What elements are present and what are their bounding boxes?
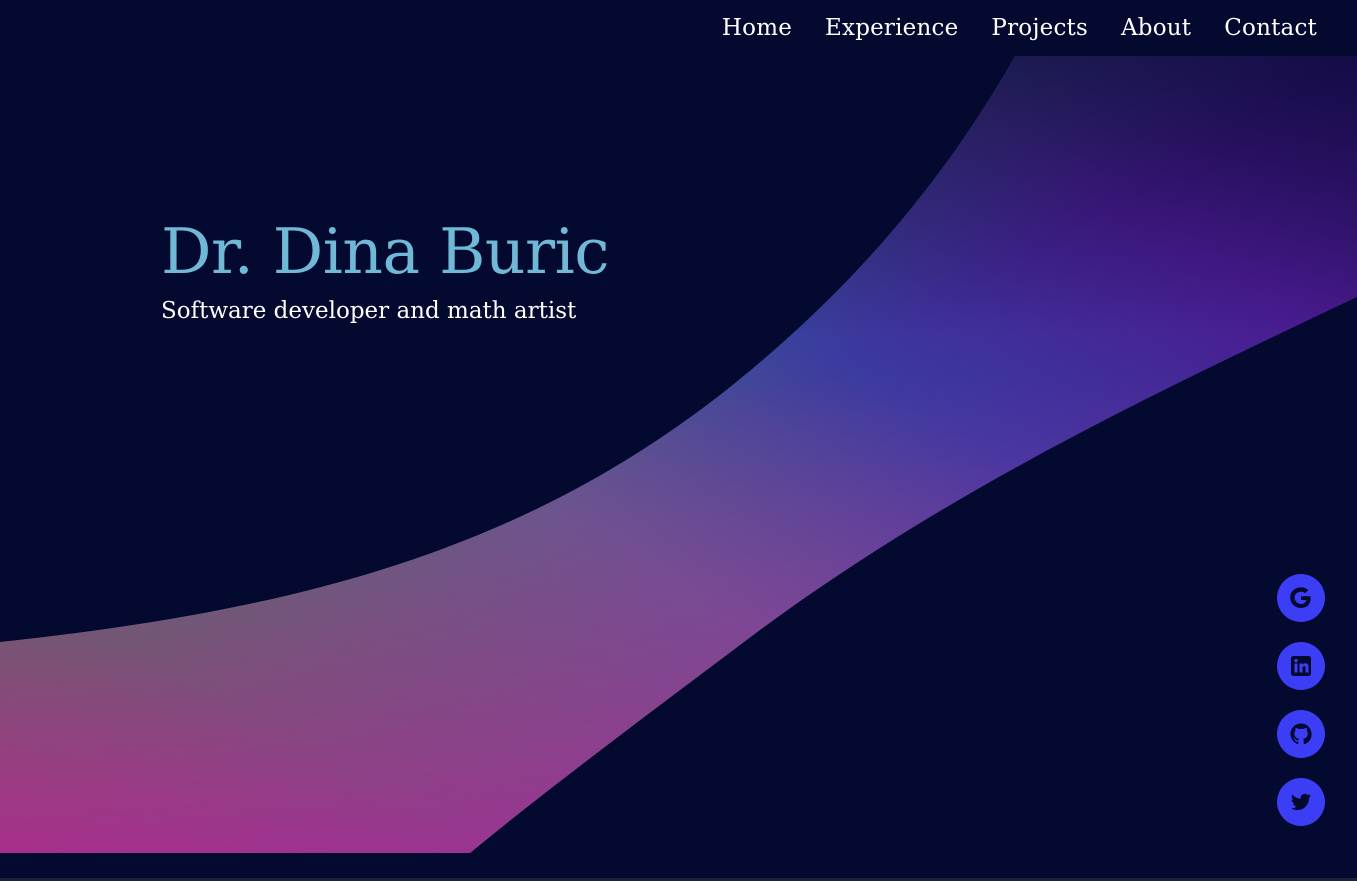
nav-link-home[interactable]: Home [722, 15, 792, 41]
nav-link-experience[interactable]: Experience [825, 15, 958, 41]
nav-link-about[interactable]: About [1121, 15, 1191, 41]
portfolio-page: Home Experience Projects About Contact D… [0, 0, 1357, 881]
github-icon [1290, 723, 1312, 745]
nav-link-contact[interactable]: Contact [1224, 15, 1317, 41]
linkedin-link-button[interactable] [1277, 642, 1325, 690]
hero-gradient-ribbon [0, 56, 1357, 853]
google-icon [1290, 587, 1311, 608]
hero-section: Dr. Dina Buric Software developer and ma… [161, 214, 610, 325]
main-nav: Home Experience Projects About Contact [722, 15, 1317, 41]
twitter-link-button[interactable] [1277, 778, 1325, 826]
github-link-button[interactable] [1277, 710, 1325, 758]
social-links [1277, 574, 1325, 826]
linkedin-icon [1291, 656, 1311, 676]
twitter-icon [1291, 793, 1311, 811]
hero-title: Dr. Dina Buric [161, 215, 610, 288]
nav-link-projects[interactable]: Projects [991, 15, 1088, 41]
hero-subtitle: Software developer and math artist [161, 297, 577, 324]
google-link-button[interactable] [1277, 574, 1325, 622]
